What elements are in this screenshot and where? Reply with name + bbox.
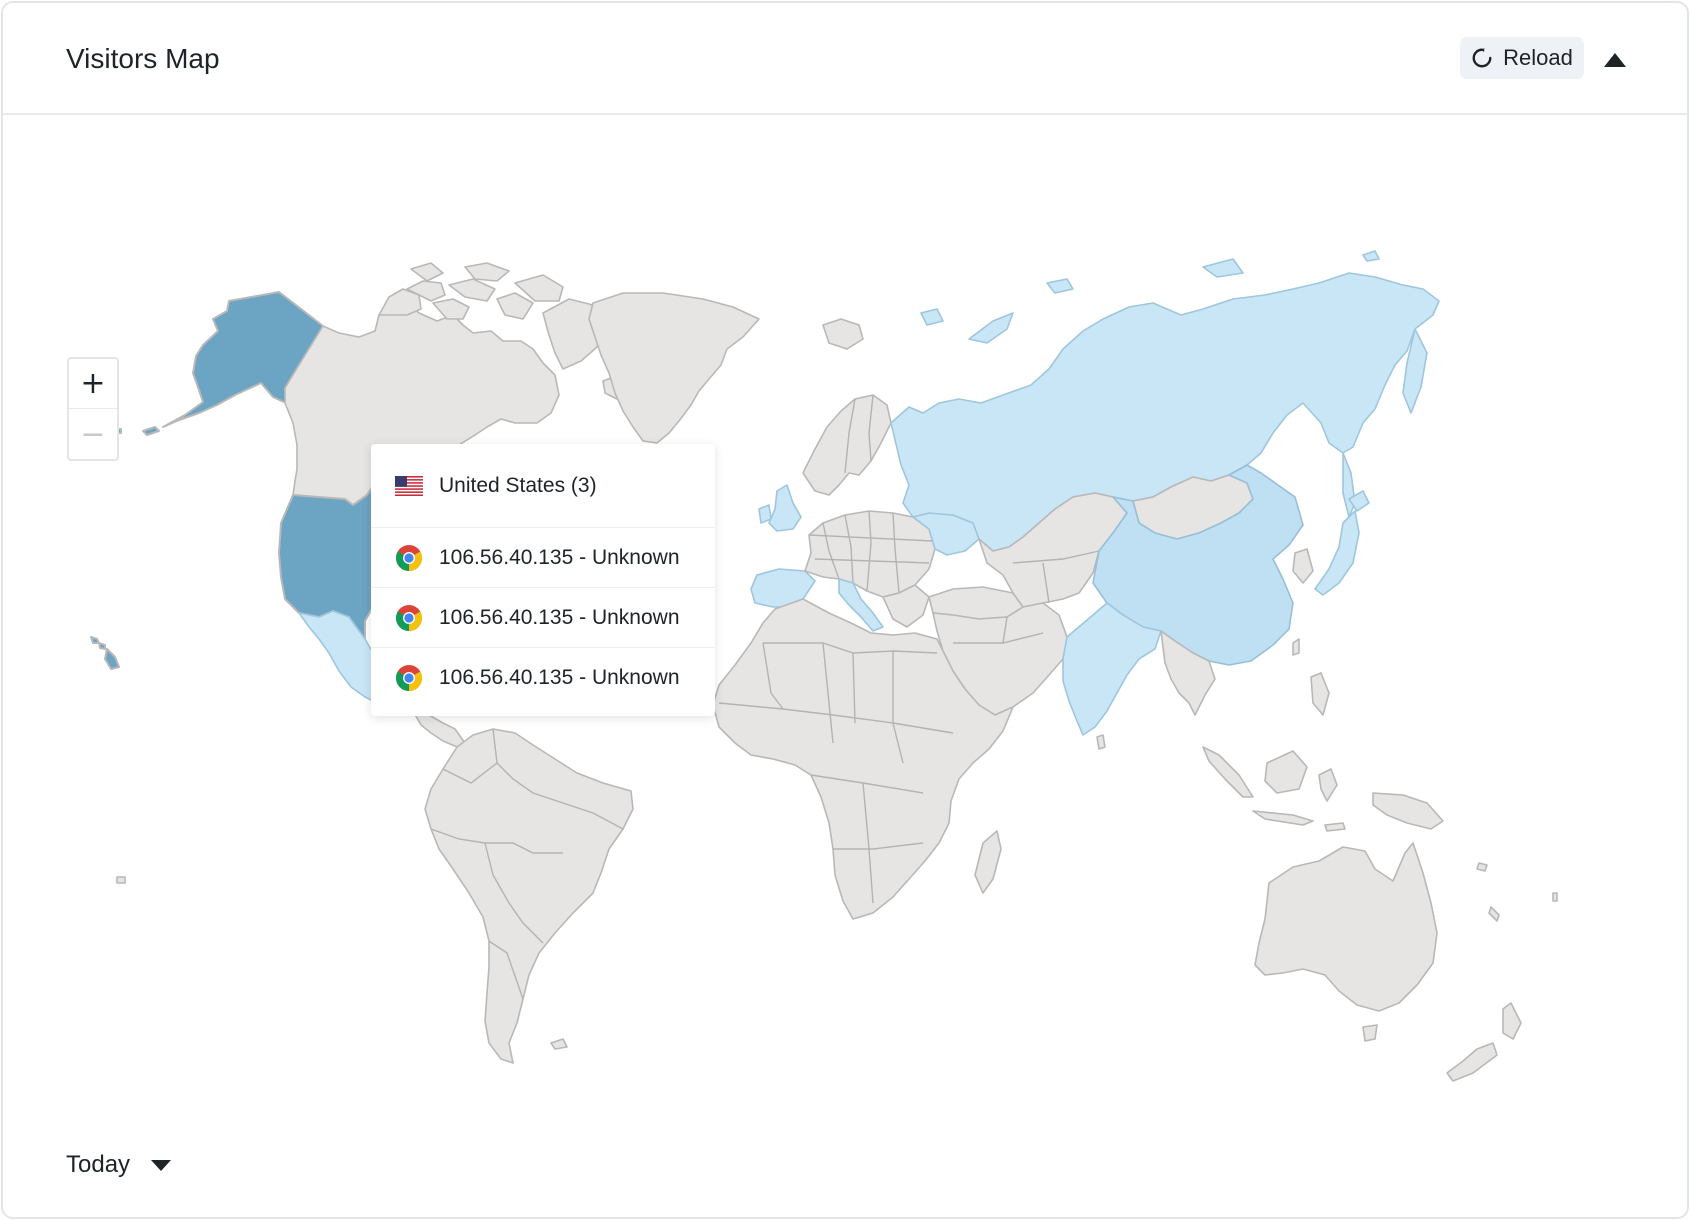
country-north-korea[interactable] (1292, 548, 1314, 584)
island-falklands (550, 1038, 568, 1050)
island-new-zealand-south (1446, 1042, 1498, 1082)
country-new-zealand[interactable] (1502, 1002, 1522, 1040)
country-tooltip: United States (3) 106.56.40.135 - Unknow… (371, 444, 715, 716)
island-hawaii-2 (90, 636, 100, 644)
island-arctic-ru-3 (1362, 250, 1380, 262)
visitor-ip-label: 106.56.40.135 - Unknown (439, 666, 680, 689)
island-novaya-zemlya (968, 312, 1014, 344)
island-greenland[interactable] (588, 292, 760, 444)
country-ireland[interactable] (758, 504, 772, 524)
zoom-out-button[interactable]: − (69, 409, 117, 459)
triangle-up-icon (1604, 53, 1626, 67)
refresh-icon (1472, 48, 1492, 68)
period-label: Today (66, 1151, 131, 1178)
island-hawaii (104, 648, 120, 670)
island-galapagos (116, 876, 126, 884)
chrome-icon (395, 544, 423, 571)
card-header: Visitors Map Reload (3, 3, 1687, 115)
chrome-icon (395, 604, 423, 631)
continent-south-america[interactable] (424, 728, 634, 1064)
chrome-icon (395, 665, 423, 691)
region-scandinavia[interactable] (802, 394, 892, 496)
country-japan[interactable] (1314, 510, 1360, 596)
island-sumatra (1202, 746, 1254, 798)
island-sri-lanka (1096, 734, 1106, 750)
visitor-ip-label: 106.56.40.135 - Unknown (439, 605, 680, 629)
island-canada-arctic-4 (448, 278, 496, 302)
us-flag-icon (395, 475, 423, 496)
visitor-row: 106.56.40.135 - Unknown (371, 588, 715, 648)
island-taiwan (1292, 638, 1300, 656)
island-canada-arctic-7 (464, 262, 510, 282)
visitor-row: 106.56.40.135 - Unknown (371, 528, 715, 588)
island-sakhalin (1342, 452, 1356, 518)
island-arctic-ru-1 (1046, 278, 1074, 294)
island-hawaii-3 (98, 642, 106, 650)
island-canada-arctic-3 (432, 298, 470, 320)
island-java (1252, 810, 1314, 826)
island-timor (1324, 822, 1346, 832)
island-sulawesi (1318, 768, 1338, 802)
island-madagascar (974, 830, 1002, 894)
world-map-svg[interactable] (3, 117, 1689, 1121)
island-canada-arctic-8 (410, 262, 444, 282)
reload-label: Reload (1503, 45, 1573, 70)
country-iceland[interactable] (822, 318, 864, 350)
country-united-kingdom[interactable] (768, 484, 802, 532)
visitor-ip-label: 106.56.40.135 - Unknown (439, 545, 680, 569)
caret-down-icon (151, 1160, 172, 1171)
country-philippines[interactable] (1310, 672, 1330, 716)
island-canada-arctic-5 (496, 292, 534, 320)
period-dropdown[interactable]: Today (66, 1151, 172, 1179)
island-arctic-ru-2 (1202, 258, 1244, 278)
island-tasmania (1362, 1024, 1378, 1042)
island-pacific-3 (1488, 906, 1500, 922)
visitor-row: 106.56.40.135 - Unknown (371, 648, 715, 708)
zoom-control: + − (67, 357, 119, 461)
reload-button[interactable]: Reload (1460, 37, 1584, 79)
zoom-in-button[interactable]: + (69, 359, 117, 409)
island-borneo (1264, 750, 1308, 794)
tooltip-header: United States (3) (371, 444, 715, 528)
region-central-america[interactable] (412, 710, 466, 748)
tooltip-country-label: United States (3) (439, 473, 597, 497)
island-svalbard (920, 308, 944, 326)
island-aleutians (142, 426, 160, 436)
island-new-guinea (1372, 792, 1444, 830)
island-pacific-2 (1552, 892, 1558, 902)
visitors-map-card: Visitors Map Reload + − United States (3… (1, 1, 1689, 1219)
country-australia[interactable] (1254, 842, 1438, 1012)
world-map[interactable]: + − (3, 117, 1687, 1117)
collapse-button[interactable] (1601, 46, 1629, 74)
card-title: Visitors Map (66, 43, 220, 74)
island-pacific-1 (1476, 862, 1488, 872)
